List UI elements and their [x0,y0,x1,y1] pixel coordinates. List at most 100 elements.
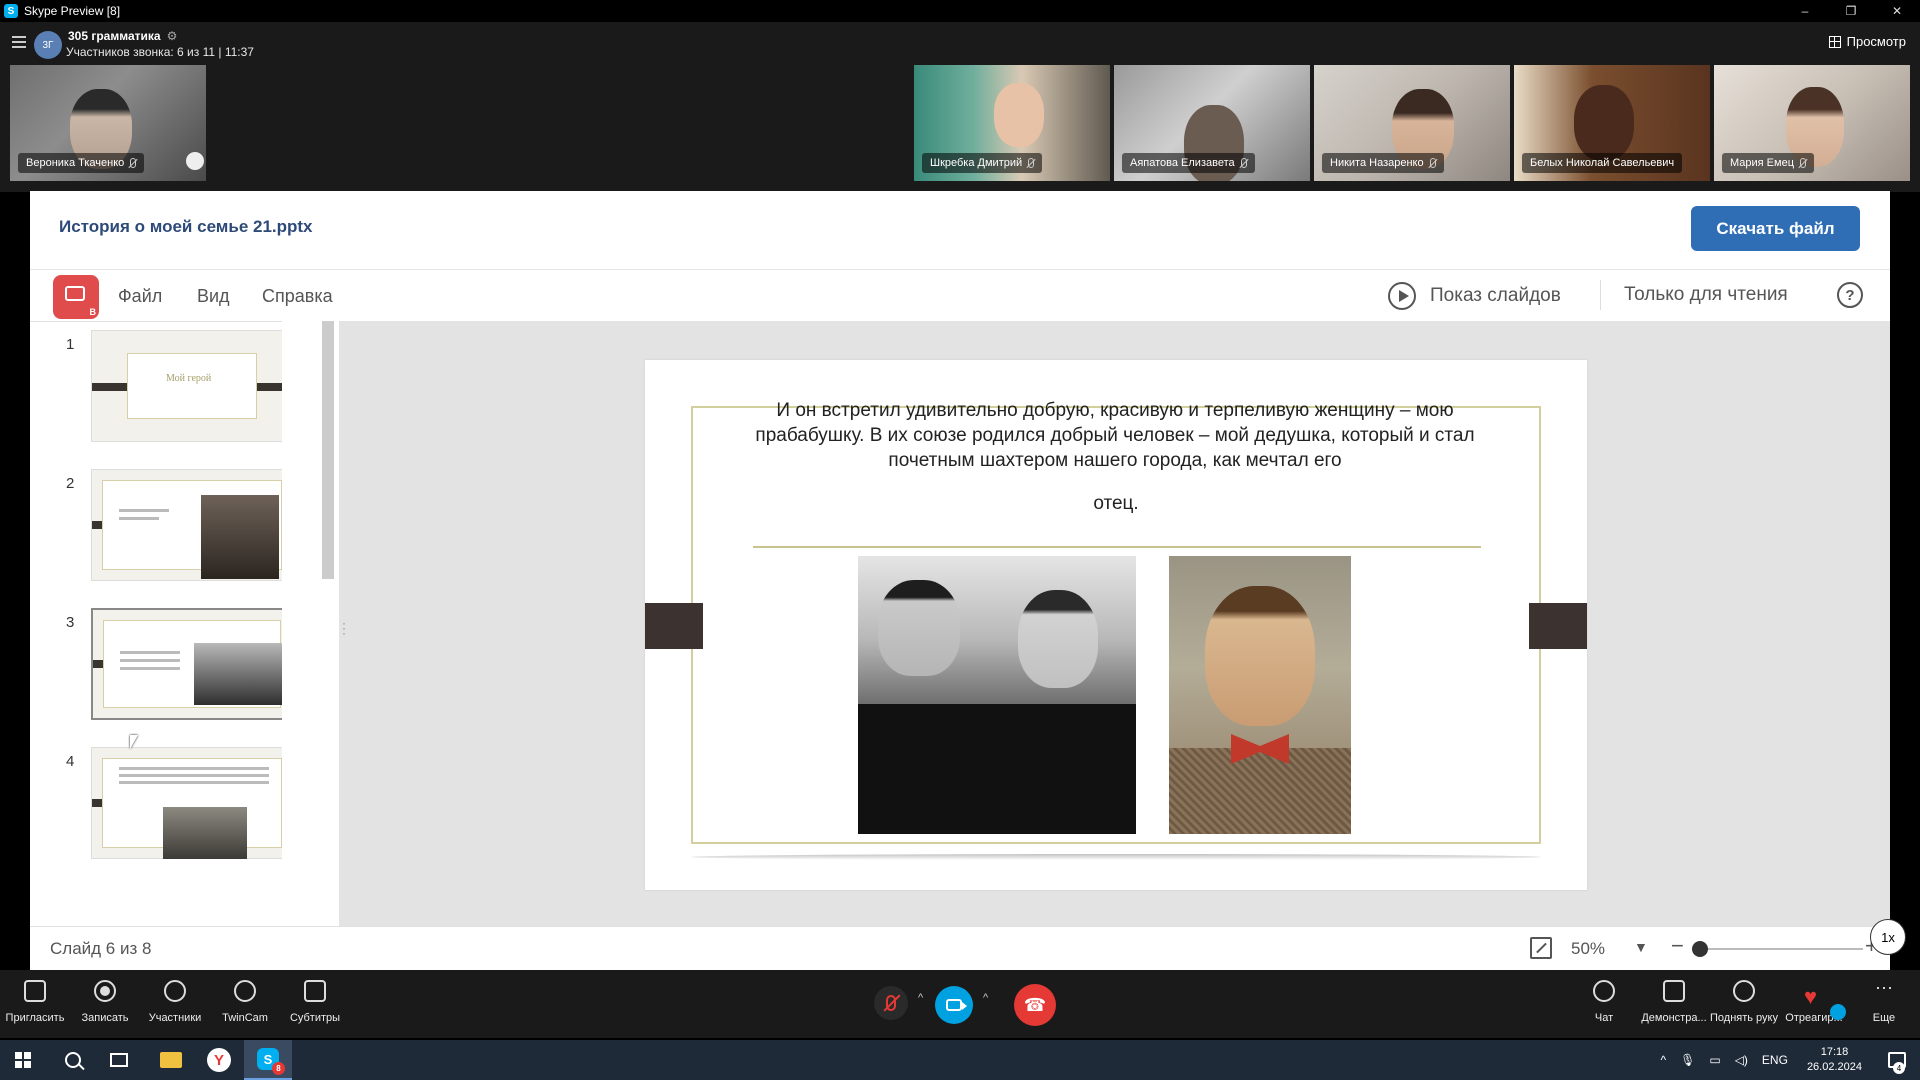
network-icon[interactable]: ▭ [1709,1053,1720,1067]
shared-presentation: История о моей семье 21.pptx Скачать фай… [30,191,1890,970]
twincam-button[interactable]: TwinCam [210,980,280,1024]
closed-captions-icon [304,980,326,1002]
zoom-slider[interactable] [1698,948,1863,950]
call-participants-status: Участников звонка: 6 из 11 | 11:37 [66,45,254,59]
participant-nameplate: Мария Емец [1722,153,1814,173]
slideshow-button[interactable]: Показ слайдов [1388,282,1561,310]
yandex-browser-button[interactable]: Y [196,1040,242,1080]
thumb-text-line [119,767,269,770]
search-button[interactable] [50,1040,96,1080]
file-explorer-button[interactable] [148,1040,194,1080]
participant-nameplate: Аяпатова Елизавета [1122,153,1255,173]
thumb-number: 1 [66,336,75,353]
chat-button[interactable]: Чат [1569,980,1639,1024]
skype-taskbar-button[interactable]: S8 [244,1040,292,1080]
download-file-button[interactable]: Скачать файл [1691,206,1860,251]
slide-shadow [691,854,1541,860]
group-avatar: 3Г [34,31,62,59]
microphone-tray-icon[interactable]: 🎙 [1680,1053,1695,1067]
record-button[interactable]: Записать [70,980,140,1024]
invite-button[interactable]: Пригласить [0,980,70,1024]
participant-tile[interactable]: Аяпатова Елизавета [1114,65,1310,181]
window-controls: – ❐ ✕ [1782,0,1920,22]
participant-tile[interactable]: Мария Емец [1714,65,1910,181]
screen-share-icon [1663,980,1685,1002]
zoom-out-button[interactable]: − [1671,933,1684,959]
notification-badge: 8 [272,1062,285,1075]
hamburger-menu-icon[interactable] [12,36,26,48]
participants-button[interactable]: Участники [140,980,210,1024]
thumb-photo [163,807,247,859]
mic-options-caret-icon[interactable]: ^ [918,992,923,1004]
participant-name: Шкребка Дмитрий [930,157,1023,169]
participant-name: Мария Емец [1730,157,1794,169]
thumb-text-line [119,774,269,777]
window-title: Skype Preview [8] [24,4,121,18]
restore-button[interactable]: ❐ [1828,0,1874,22]
toolbar-divider [1600,280,1601,310]
zoom-slider-handle[interactable] [1691,941,1708,957]
thumb-number: 2 [66,475,75,492]
subtitles-label: Субтитры [289,1012,341,1024]
screen-share-button[interactable]: Демонстра... [1639,980,1709,1024]
participant-nameplate: Никита Назаренко [1322,153,1444,173]
zoom-level: 50% [1571,939,1606,958]
participant-tile[interactable]: Белых Николай Савельевич [1514,65,1710,181]
hang-up-button[interactable]: ☎ [1014,984,1056,1026]
thumb-number: 3 [66,614,75,631]
raise-hand-button[interactable]: Поднять руку [1709,980,1779,1024]
help-icon[interactable]: ? [1837,282,1863,308]
thumbnail-scrollbar[interactable] [322,321,334,579]
zoom-dropdown-icon[interactable]: ▼ [1634,939,1648,955]
clock[interactable]: 17:18 26.02.2024 [1807,1045,1862,1075]
camera-options-caret-icon[interactable]: ^ [983,992,988,1004]
menu-view[interactable]: Вид [197,286,230,307]
group-name[interactable]: 305 грамматика ⚙ [68,29,177,43]
video-camera-icon [946,999,967,1011]
slide-thumbnail-4[interactable] [91,747,282,859]
minimize-button[interactable]: – [1782,0,1828,22]
system-tray: ^ 🎙 ▭ ◁) ENG 17:18 26.02.2024 4 [1653,1040,1920,1080]
more-button[interactable]: ··· Еще [1849,978,1919,1024]
panel-resize-handle[interactable]: · · · [342,617,346,639]
camera-button[interactable] [935,986,973,1024]
photo-figure [1018,590,1098,688]
share-icon [24,980,46,1002]
participant-nameplate: Шкребка Дмитрий [922,153,1043,173]
photo-figure [858,704,1136,834]
volume-icon[interactable]: ◁) [1735,1053,1748,1067]
mute-button[interactable] [874,986,908,1020]
participant-tile[interactable]: Никита Назаренко [1314,65,1510,181]
subtitles-button[interactable]: Субтитры [280,980,350,1024]
fit-to-window-icon[interactable] [1530,937,1552,959]
tray-overflow-icon[interactable]: ^ [1660,1053,1666,1067]
window-titlebar: S Skype Preview [8] – ❐ ✕ [0,0,1920,22]
self-video-tile[interactable]: Вероника Ткаченко [10,65,206,181]
powerpoint-app-icon: B [53,275,99,319]
start-button[interactable] [0,1040,46,1080]
playback-speed-badge[interactable]: 1x [1870,919,1906,955]
mic-muted-icon [130,158,137,168]
mic-muted-icon [1800,158,1806,168]
tile-options-icon[interactable] [186,152,204,170]
notifications-icon[interactable]: 4 [1888,1052,1906,1074]
settings-gear-icon[interactable]: ⚙ [167,29,178,43]
file-title: История о моей семье 21.pptx [59,217,313,236]
view-button[interactable]: Просмотр [1828,34,1906,49]
notification-count: 4 [1893,1062,1905,1074]
menu-file[interactable]: Файл [118,286,162,307]
slide-thumbnail-3[interactable] [91,608,282,720]
slide-divider [753,546,1481,548]
slide-thumbnail-1[interactable]: Мой герой [91,330,282,442]
participant-video [1574,85,1634,161]
language-indicator[interactable]: ENG [1762,1053,1788,1067]
task-view-button[interactable] [96,1040,142,1080]
close-button[interactable]: ✕ [1874,0,1920,22]
participant-tile[interactable]: Шкребка Дмитрий [914,65,1110,181]
slide-stage: И он встретил удивительно добрую, красив… [339,321,1890,926]
slide-thumbnail-panel: 1 Мой герой 2 3 4 [30,321,282,926]
participant-name: Аяпатова Елизавета [1130,157,1235,169]
thumb-caption: Мой герой [166,373,212,384]
slide-thumbnail-2[interactable] [91,469,282,581]
menu-help[interactable]: Справка [262,286,333,307]
